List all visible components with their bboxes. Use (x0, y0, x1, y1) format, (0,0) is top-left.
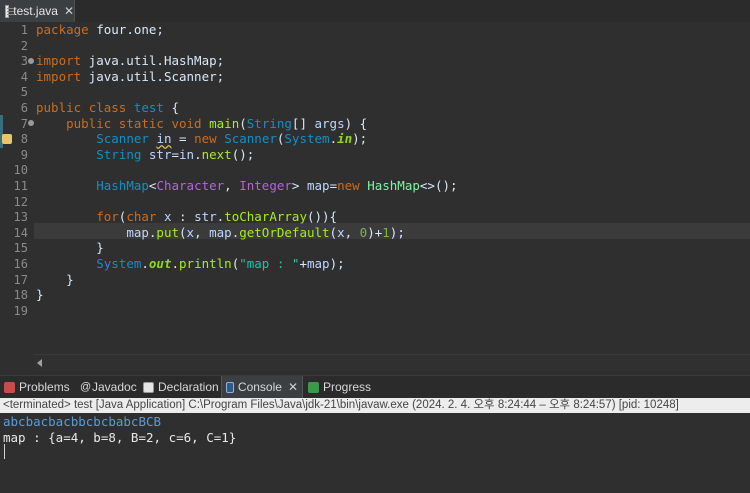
line-number: 8 (20, 132, 28, 147)
line-number: 13 (13, 210, 28, 225)
line-number: 17 (13, 272, 28, 287)
line-number: 9 (20, 147, 28, 162)
console-status-line: <terminated> test [Java Application] C:\… (0, 398, 750, 413)
close-icon[interactable]: ✕ (64, 4, 74, 18)
code-line-16: System.out.println("map : "+map); (96, 256, 345, 271)
tab-progress-label: Progress (323, 380, 372, 394)
line-number: 1 (20, 23, 28, 37)
tab-javadoc[interactable]: @ Javadoc (76, 376, 141, 398)
code-line-15: } (36, 240, 104, 256)
code-line-1: package four.one; (36, 22, 164, 37)
line-number: 5 (20, 85, 28, 100)
tab-problems-label: Problems (19, 380, 70, 394)
java-file-icon (5, 4, 15, 18)
line-number: 11 (13, 179, 28, 193)
tab-console[interactable]: Console ✕ (221, 376, 303, 398)
panel-tab-bar: Problems @ Javadoc Declaration Console ✕… (0, 375, 750, 398)
line-number: 7 (20, 116, 28, 131)
line-number: 16 (13, 257, 28, 271)
close-icon[interactable]: ✕ (288, 380, 298, 394)
javadoc-icon: @ (80, 380, 92, 393)
code-line-11: HashMap<Character, Integer> map=new Hash… (96, 178, 458, 193)
line-number: 6 (20, 101, 28, 115)
code-line-8: Scanner in = new Scanner(System.in); (96, 131, 368, 147)
code-editor[interactable]: 1 2 3 4 5 6 7 8 9 10 11 12 13 14 15 16 17 18 19 package fo… (0, 22, 750, 371)
tab-declaration-label: Declaration (158, 380, 219, 394)
line-number: 4 (20, 69, 28, 84)
line-number: 3 (20, 54, 28, 69)
code-line-7: public static void main(String[] args) { (66, 115, 368, 131)
line-number: 12 (13, 194, 28, 209)
console-icon (226, 381, 234, 393)
tab-console-label: Console (237, 380, 282, 394)
line-number: 19 (13, 303, 28, 318)
progress-icon (308, 381, 319, 393)
code-line-14: map.put(x, map.getOrDefault(x, 0)+1); (126, 224, 405, 240)
editor-tab-bar: test.java ✕ (0, 0, 750, 23)
code-line-9: String str=in.next(); (96, 146, 255, 162)
code-line-3: import java.util.HashMap; (36, 53, 225, 69)
tab-javadoc-label: Javadoc (92, 380, 137, 394)
console-output-line: map : {a=4, b=8, B=2, c=6, C=1} (3, 430, 237, 445)
tab-problems[interactable]: Problems (0, 376, 74, 398)
editor-tab-test-java[interactable]: test.java ✕ (0, 0, 75, 22)
line-number: 14 (13, 225, 28, 240)
code-line-4: import java.util.Scanner; (36, 68, 225, 84)
line-number: 10 (13, 163, 28, 178)
line-number: 2 (20, 38, 28, 53)
problems-icon (4, 381, 15, 393)
line-number: 15 (13, 241, 28, 256)
code-line-17: } (36, 271, 74, 287)
code-line-6: public class test { (36, 100, 180, 115)
tab-declaration[interactable]: Declaration (139, 376, 223, 398)
scroll-left-icon[interactable] (37, 359, 42, 367)
editor-tab-label: test.java (13, 4, 58, 18)
code-text[interactable]: package four.one; import java.util.HashM… (34, 22, 750, 352)
tab-progress[interactable]: Progress (304, 376, 375, 398)
horizontal-scrollbar[interactable] (34, 354, 750, 371)
code-line-18: } (36, 287, 44, 303)
declaration-icon (143, 381, 154, 393)
console-view[interactable]: <terminated> test [Java Application] C:\… (0, 398, 750, 493)
console-input-line: abcbacbacbbcbcbabcBCB (3, 414, 162, 429)
line-number: 18 (13, 288, 28, 303)
code-line-13: for(char x : str.toCharArray()){ (96, 209, 338, 225)
text-caret (4, 444, 5, 459)
